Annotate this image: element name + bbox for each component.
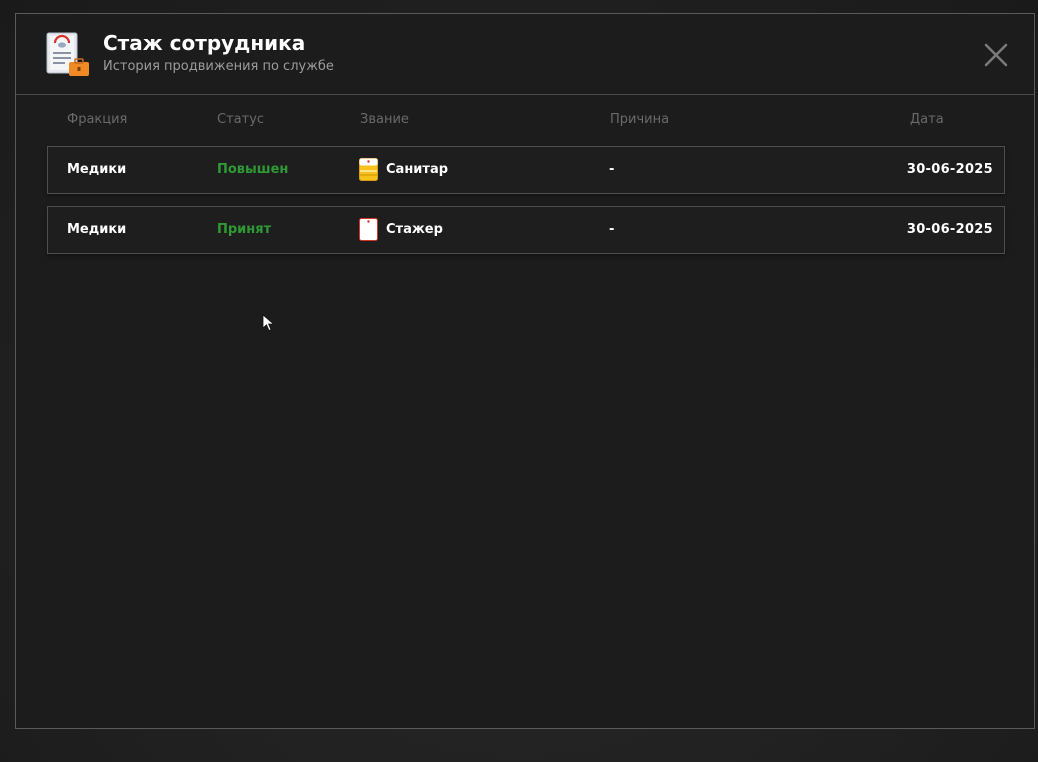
modal-subtitle: История продвижения по службе <box>103 59 334 74</box>
column-header-rank: Звание <box>360 112 409 127</box>
row-faction: Медики <box>67 222 127 237</box>
column-header-reason: Причина <box>610 112 670 127</box>
rank-white-badge-icon <box>359 218 378 241</box>
table-row[interactable]: Медики Повышен Санитар - 30-06-2025 <box>47 146 1005 194</box>
row-rank: Санитар <box>386 162 449 177</box>
row-reason: - <box>609 162 615 177</box>
rank-yellow-badge-icon <box>359 158 378 181</box>
row-status: Повышен <box>217 162 289 177</box>
modal-header: Стаж сотрудника История продвижения по с… <box>16 14 1034 95</box>
column-header-status: Статус <box>217 112 265 127</box>
row-date: 30-06-2025 <box>906 222 993 237</box>
row-date: 30-06-2025 <box>906 162 993 177</box>
column-header-date: Дата <box>910 112 944 127</box>
seniority-modal: Стаж сотрудника История продвижения по с… <box>15 13 1035 729</box>
row-faction: Медики <box>67 162 127 177</box>
mouse-cursor-icon <box>262 314 275 332</box>
table-row[interactable]: Медики Принят Стажер - 30-06-2025 <box>47 206 1005 254</box>
close-icon[interactable] <box>981 40 1011 70</box>
row-rank: Стажер <box>386 222 443 237</box>
modal-title: Стаж сотрудника <box>103 31 306 55</box>
table-header: Фракция Статус Звание Причина Дата <box>16 112 1034 128</box>
column-header-faction: Фракция <box>67 112 128 127</box>
document-briefcase-icon <box>46 32 89 76</box>
row-reason: - <box>609 222 615 237</box>
row-status: Принят <box>217 222 272 237</box>
